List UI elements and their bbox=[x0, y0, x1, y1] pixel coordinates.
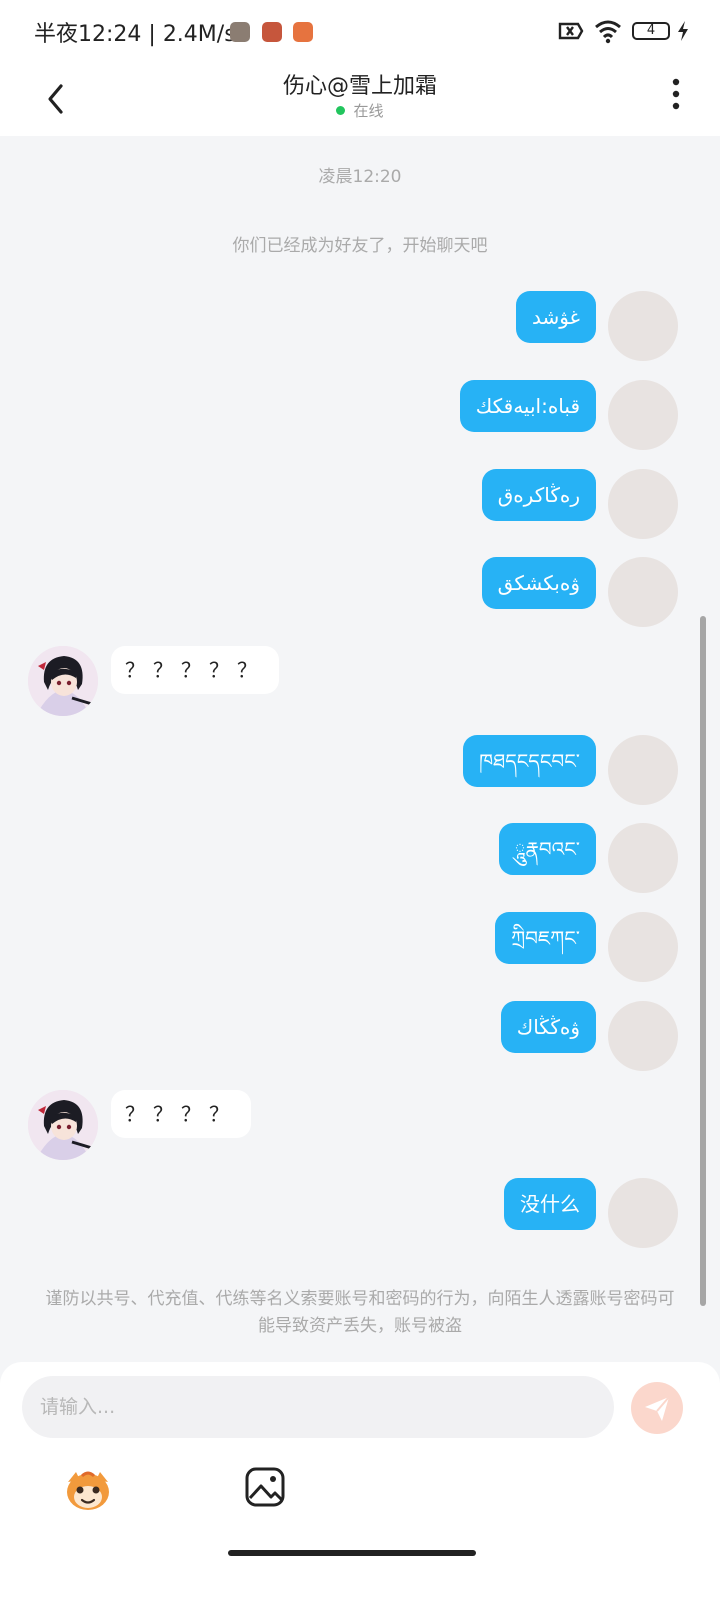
sim-off-icon bbox=[558, 22, 584, 40]
wifi-icon bbox=[595, 20, 621, 44]
online-status: 在线 bbox=[0, 100, 720, 121]
security-warning: 谨防以共号、代充值、代练等名义索要账号和密码的行为，向陌生人透露账号密码可能导致… bbox=[45, 1289, 675, 1336]
status-icons: 4 bbox=[558, 18, 690, 46]
message-row: ۋەبكشكق bbox=[0, 557, 720, 627]
online-dot-icon bbox=[336, 106, 346, 115]
my-avatar[interactable] bbox=[608, 1001, 678, 1071]
message-row: 没什么 bbox=[0, 1178, 720, 1248]
chat-scrollbar[interactable] bbox=[700, 616, 706, 1306]
message-row: غۋشد bbox=[0, 291, 720, 361]
battery-level: 4 bbox=[646, 23, 656, 38]
sticker-button[interactable] bbox=[62, 1464, 114, 1516]
home-indicator[interactable] bbox=[228, 1550, 476, 1556]
my-avatar[interactable] bbox=[608, 380, 678, 450]
more-button[interactable] bbox=[662, 74, 690, 114]
network-speed: 2.4M/s bbox=[162, 22, 236, 47]
message-bubble-received[interactable]: ？？？？？ bbox=[111, 646, 279, 694]
message-bubble-sent[interactable]: رەڭاكرەق bbox=[481, 469, 596, 521]
message-bubble-sent[interactable]: ཀྲིབཇཀང་ bbox=[495, 912, 596, 964]
notification-app-icon bbox=[262, 22, 282, 42]
send-button[interactable] bbox=[631, 1382, 683, 1434]
battery-icon: 4 bbox=[632, 22, 670, 40]
image-icon bbox=[245, 1467, 285, 1507]
message-row: قباه:ابيەقكك bbox=[0, 380, 720, 450]
online-status-label: 在线 bbox=[353, 102, 384, 120]
notification-app-icon bbox=[230, 22, 250, 42]
charging-icon bbox=[678, 21, 688, 41]
input-panel bbox=[0, 1362, 720, 1600]
status-bar: 半夜12:24 | 2.4M/s 4 bbox=[0, 0, 720, 64]
message-bubble-sent[interactable]: ཁཐདངདངབང་ bbox=[463, 735, 596, 787]
message-bubble-sent[interactable]: 没什么 bbox=[504, 1178, 596, 1230]
chat-time-label: 凌晨12:20 bbox=[318, 167, 402, 187]
contact-avatar[interactable] bbox=[28, 646, 98, 716]
message-row: ཱུརྣབའང་ bbox=[0, 823, 720, 893]
contact-avatar[interactable] bbox=[28, 1090, 98, 1160]
my-avatar[interactable] bbox=[608, 912, 678, 982]
chat-header: 伤心@雪上加霜 在线 bbox=[0, 64, 720, 136]
send-icon bbox=[645, 1396, 670, 1421]
anime-girl-avatar-icon bbox=[28, 1090, 98, 1160]
message-row: ？？？？？ bbox=[0, 646, 720, 716]
message-row: ۋەڭڭاك bbox=[0, 1001, 720, 1071]
chat-area[interactable]: 凌晨12:20 你们已经成为好友了，开始聊天吧 غۋشد قباه:ابيەقك… bbox=[0, 136, 720, 1380]
chat-title: 伤心@雪上加霜 bbox=[282, 74, 437, 99]
message-row: ？？？？ bbox=[0, 1090, 720, 1160]
status-clock: 半夜12:24 bbox=[34, 22, 142, 47]
message-row: ཀྲིབཇཀང་ bbox=[0, 912, 720, 982]
message-input[interactable] bbox=[22, 1376, 614, 1438]
message-bubble-sent[interactable]: ۋەڭڭاك bbox=[500, 1001, 596, 1053]
status-time: 半夜12:24 | 2.4M/s bbox=[34, 22, 236, 47]
notification-app-icon bbox=[293, 22, 313, 42]
message-bubble-sent[interactable]: ۋەبكشكق bbox=[481, 557, 596, 609]
message-bubble-received[interactable]: ？？？？ bbox=[111, 1090, 251, 1138]
system-notice: 你们已经成为好友了，开始聊天吧 bbox=[232, 236, 488, 256]
anime-girl-avatar-icon bbox=[28, 646, 98, 716]
my-avatar[interactable] bbox=[608, 1178, 678, 1248]
sticker-icon bbox=[67, 1471, 109, 1510]
my-avatar[interactable] bbox=[608, 291, 678, 361]
message-bubble-sent[interactable]: ཱུརྣབའང་ bbox=[498, 823, 596, 875]
my-avatar[interactable] bbox=[608, 557, 678, 627]
more-vertical-icon bbox=[672, 78, 680, 110]
message-bubble-sent[interactable]: غۋشد bbox=[515, 291, 596, 343]
image-button[interactable] bbox=[244, 1466, 286, 1508]
my-avatar[interactable] bbox=[608, 469, 678, 539]
my-avatar[interactable] bbox=[608, 735, 678, 805]
message-row: ཁཐདངདངབང་ bbox=[0, 735, 720, 805]
message-row: رەڭاكرەق bbox=[0, 469, 720, 539]
message-bubble-sent[interactable]: قباه:ابيەقكك bbox=[459, 380, 596, 432]
my-avatar[interactable] bbox=[608, 823, 678, 893]
